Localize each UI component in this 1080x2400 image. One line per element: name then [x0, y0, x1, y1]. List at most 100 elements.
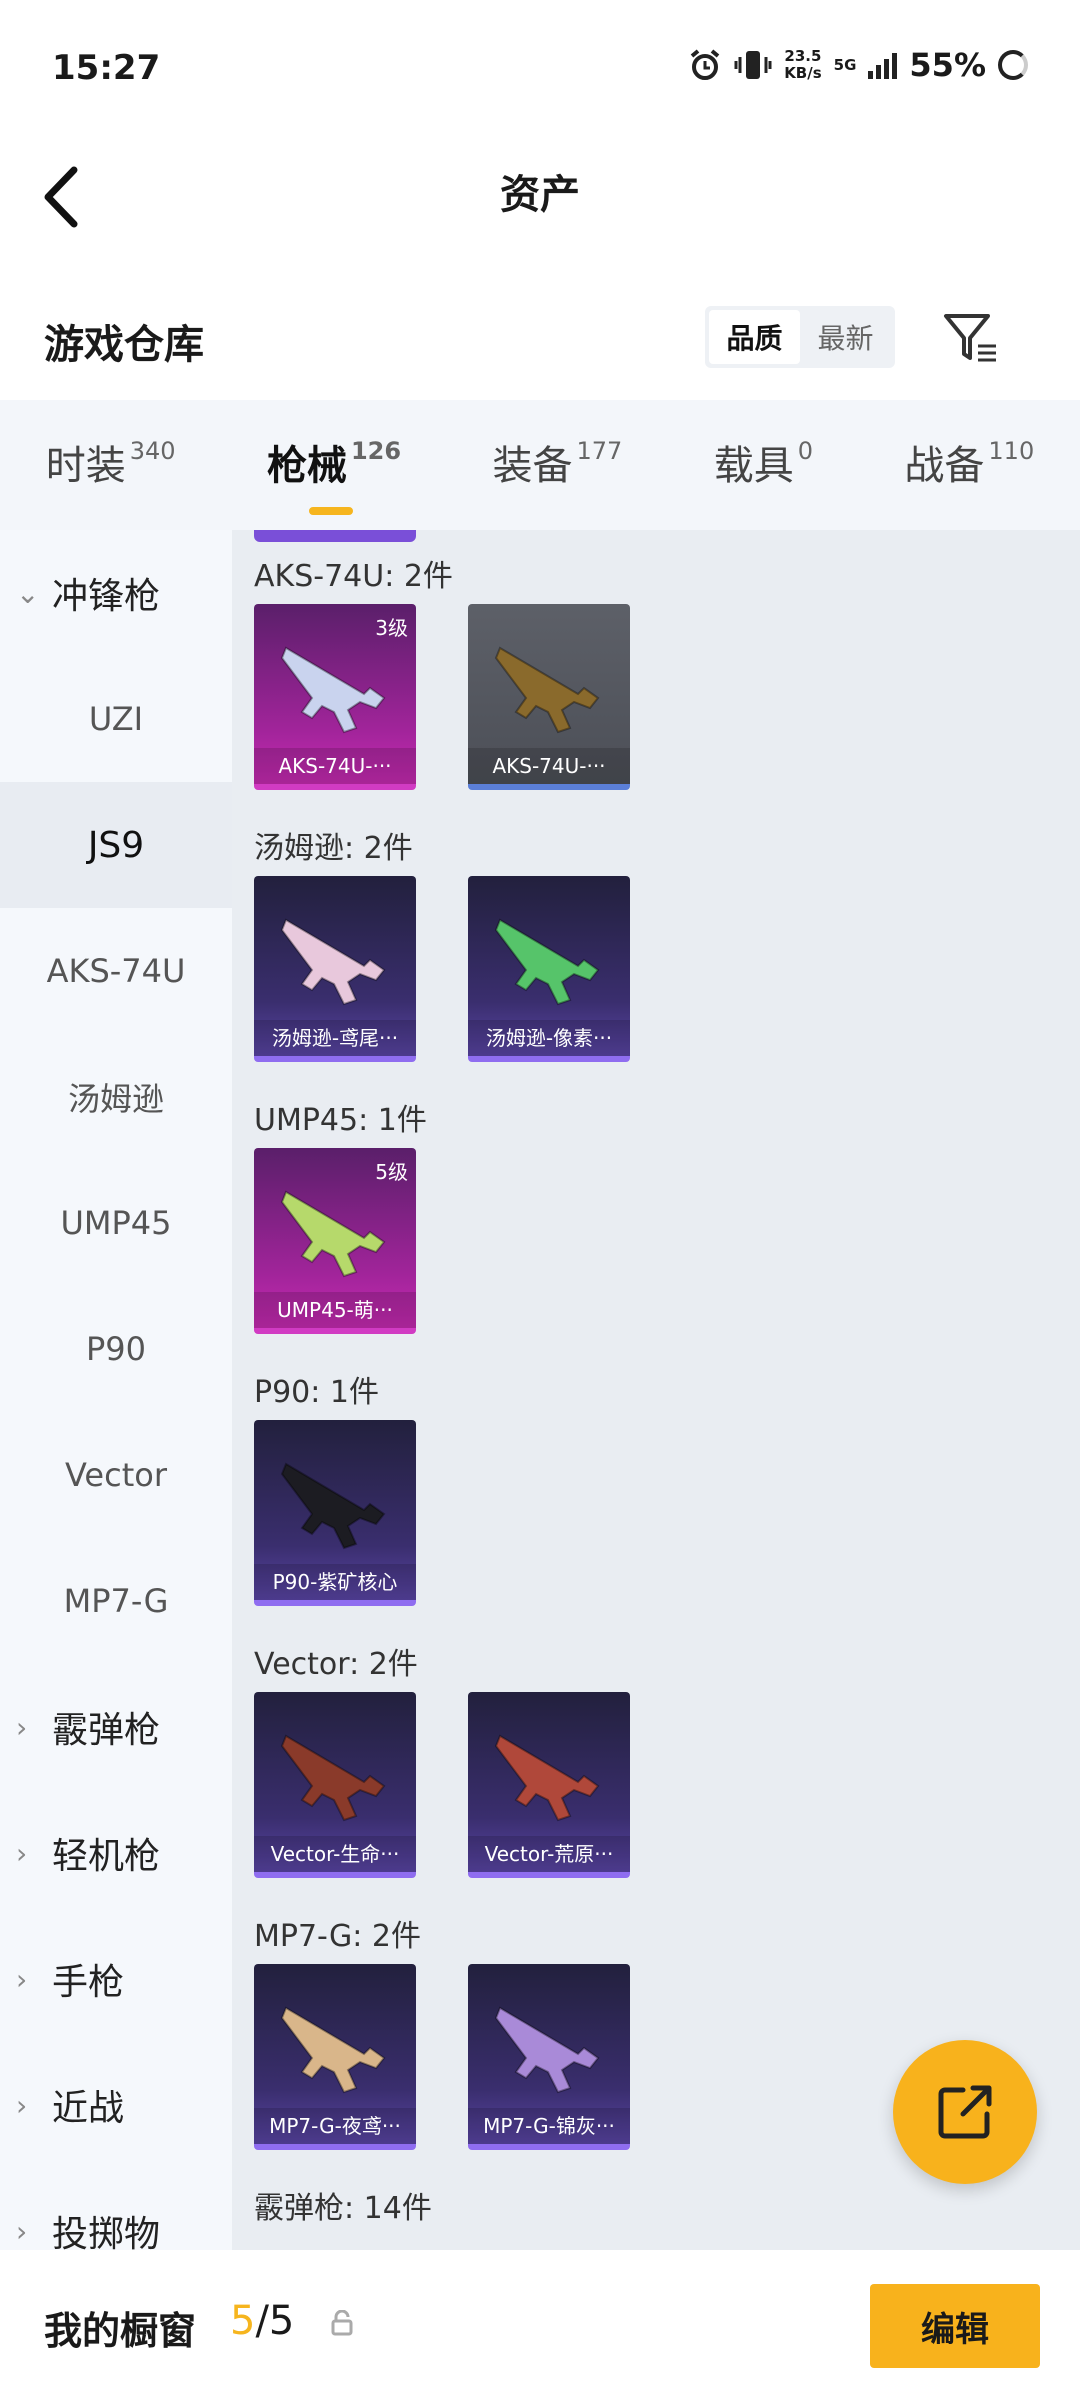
showcase-count: 5/5 — [230, 2298, 294, 2344]
gun-icon — [280, 2006, 386, 2094]
sort-newest-button[interactable]: 最新 — [800, 310, 891, 364]
edit-button[interactable]: 编辑 — [870, 2284, 1040, 2368]
weapon-section: Vector: 2件 Vector-生命··· Vector-荒原··· — [254, 1638, 630, 1878]
tab-guns[interactable]: 枪械 126 — [267, 433, 402, 515]
gun-icon — [280, 1190, 386, 1278]
section-title: MP7-G: 2件 — [254, 1919, 421, 1954]
share-icon — [938, 2085, 992, 2139]
status-right: 23.5 KB/s 5G 55% — [688, 46, 1028, 84]
skin-name: Vector-生命··· — [254, 1836, 416, 1872]
signal-icon — [868, 51, 898, 79]
sidebar-item[interactable]: AKS-74U — [0, 908, 232, 1034]
sidebar-item[interactable]: P90 — [0, 1286, 232, 1412]
sidebar-category[interactable]: ⌄ 冲锋枪 — [0, 530, 232, 656]
filter-icon[interactable] — [940, 308, 1000, 368]
category-tabs: 时装 340 枪械 126 装备 177 载具 0 战备 110 — [0, 400, 1080, 530]
gun-icon — [280, 646, 386, 734]
showcase-bar: 我的橱窗 5/5 编辑 — [0, 2254, 1080, 2400]
sidebar-category[interactable]: › 霰弹枪 — [0, 1664, 232, 1790]
chevron-right-icon: › — [16, 2214, 28, 2248]
weapon-skin-card[interactable]: MP7-G-锦灰··· — [468, 1964, 630, 2150]
weapon-skin-card[interactable]: Vector-荒原··· — [468, 1692, 630, 1878]
sidebar-item-label: MP7-G — [63, 1582, 169, 1620]
tab-combat-gear[interactable]: 战备 110 — [904, 433, 1034, 497]
app-header: 资产 — [0, 140, 1080, 260]
sidebar-item-label: AKS-74U — [46, 952, 186, 990]
skin-name: 汤姆逊-鸢尾··· — [254, 1020, 416, 1056]
tab-equipment[interactable]: 装备 177 — [492, 433, 622, 497]
weapon-section: UMP45: 1件 5级 UMP45-萌··· — [254, 1094, 427, 1334]
sidebar-item[interactable]: UZI — [0, 656, 232, 782]
weapon-section: MP7-G: 2件 MP7-G-夜鸢··· MP7-G-锦灰··· — [254, 1910, 630, 2150]
sidebar-item-label: 霰弹枪 — [52, 1710, 161, 1751]
previous-card-peek — [254, 530, 416, 542]
sidebar-item-label: UMP45 — [60, 1204, 172, 1242]
tab-fashion[interactable]: 时装 340 — [46, 433, 176, 497]
skin-name: 汤姆逊-像素··· — [468, 1020, 630, 1056]
tab-label: 载具 — [713, 443, 794, 489]
item-grid-area: AKS-74U: 2件 3级 AKS-74U-··· AKS-74U-··· 汤姆逊: … — [232, 530, 1080, 2250]
sidebar-category[interactable]: › 轻机枪 — [0, 1790, 232, 1916]
sidebar-item-label: 投掷物 — [52, 2214, 161, 2250]
sidebar-item-label: Vector — [65, 1456, 167, 1494]
skin-name: MP7-G-夜鸢··· — [254, 2108, 416, 2144]
weapon-skin-card[interactable]: 汤姆逊-像素··· — [468, 876, 630, 1062]
card-row: 汤姆逊-鸢尾··· 汤姆逊-像素··· — [254, 876, 630, 1062]
tab-count: 0 — [797, 437, 813, 465]
battery-percent: 55% — [909, 46, 986, 84]
network-type: 5G — [833, 55, 857, 74]
sidebar-item[interactable]: Vector — [0, 1412, 232, 1538]
weapon-skin-card[interactable]: MP7-G-夜鸢··· — [254, 1964, 416, 2150]
chevron-right-icon: › — [16, 1710, 28, 1744]
tab-count: 340 — [129, 437, 176, 465]
gun-icon — [280, 1462, 386, 1550]
sort-quality-button[interactable]: 品质 — [709, 310, 800, 364]
showcase-label: 我的橱窗 — [44, 2309, 197, 2353]
skin-name: P90-紫矿核心 — [254, 1564, 416, 1600]
net-speed: 23.5 KB/s — [784, 48, 821, 82]
sidebar-category[interactable]: › 近战 — [0, 2042, 232, 2168]
chevron-right-icon: › — [16, 2088, 28, 2122]
weapon-skin-card[interactable]: P90-紫矿核心 — [254, 1420, 416, 1606]
sidebar-item-label: 汤姆逊 — [67, 1080, 164, 1118]
sidebar-item-label: UZI — [88, 700, 144, 738]
status-time: 15:27 — [52, 48, 161, 88]
weapon-skin-card[interactable]: 汤姆逊-鸢尾··· — [254, 876, 416, 1062]
tab-label: 时装 — [45, 443, 126, 489]
skin-name: Vector-荒原··· — [468, 1836, 630, 1872]
weapon-skin-card[interactable]: 5级 UMP45-萌··· — [254, 1148, 416, 1334]
sidebar-item[interactable]: JS9 — [0, 782, 232, 908]
net-speed-unit: KB/s — [784, 64, 822, 82]
weapon-skin-card[interactable]: 3级 AKS-74U-··· — [254, 604, 416, 790]
tab-count: 177 — [576, 437, 623, 465]
weapon-section: 汤姆逊: 2件 汤姆逊-鸢尾··· 汤姆逊-像素··· — [254, 822, 630, 1062]
vibrate-icon — [734, 51, 772, 79]
sidebar-item-label: 近战 — [52, 2088, 125, 2129]
card-row: 3级 AKS-74U-··· AKS-74U-··· — [254, 604, 630, 790]
tab-label: 装备 — [492, 443, 573, 489]
gun-icon — [280, 1734, 386, 1822]
tab-label: 战备 — [904, 443, 985, 489]
active-tab-indicator — [308, 507, 353, 515]
skin-name: UMP45-萌··· — [254, 1292, 416, 1328]
level-badge: 5级 — [375, 1160, 408, 1184]
sort-toggle: 品质 最新 — [705, 306, 895, 368]
sidebar-category[interactable]: › 投掷物 — [0, 2168, 232, 2250]
card-row: MP7-G-夜鸢··· MP7-G-锦灰··· — [254, 1964, 630, 2150]
sidebar-item[interactable]: UMP45 — [0, 1160, 232, 1286]
weapon-skin-card[interactable]: Vector-生命··· — [254, 1692, 416, 1878]
sidebar-item[interactable]: MP7-G — [0, 1538, 232, 1664]
sidebar-item[interactable]: 汤姆逊 — [0, 1034, 232, 1160]
tab-vehicles[interactable]: 载具 0 — [714, 433, 813, 497]
section-title: AKS-74U: 2件 — [254, 559, 453, 594]
weapon-skin-card[interactable]: AKS-74U-··· — [468, 604, 630, 790]
weapon-type-sidebar: ⌄ 冲锋枪 UZI JS9 AKS-74U 汤姆逊 UMP45 P90 Vector MP7-G ›… — [0, 530, 232, 2250]
weapon-section: 霰弹枪: 14件 — [254, 2182, 432, 2236]
share-button[interactable] — [893, 2040, 1037, 2184]
battery-ring-icon — [998, 50, 1028, 80]
section-title: 霰弹枪: 14件 — [254, 2191, 432, 2226]
net-speed-value: 23.5 — [784, 47, 822, 65]
section-title: P90: 1件 — [254, 1375, 379, 1410]
tab-count: 126 — [350, 437, 402, 465]
sidebar-category[interactable]: › 手枪 — [0, 1916, 232, 2042]
